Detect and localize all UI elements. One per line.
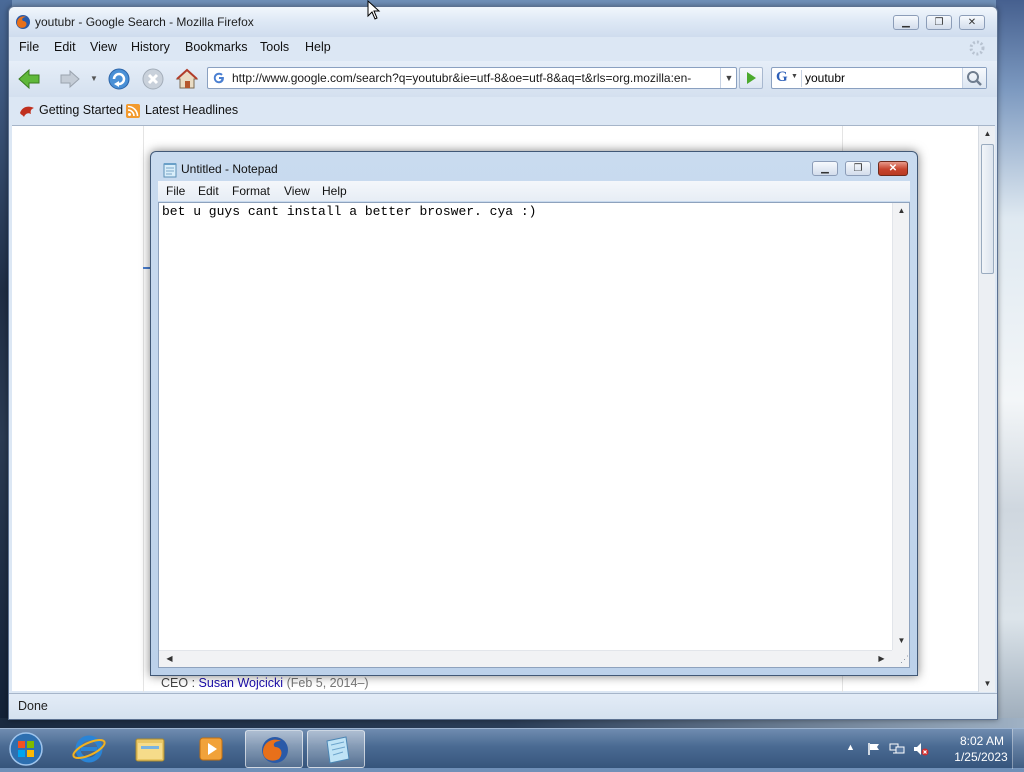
google-engine-icon: G [776, 69, 788, 85]
search-button[interactable] [962, 68, 986, 88]
media-player-icon [199, 737, 223, 761]
close-icon: ✕ [888, 163, 898, 174]
menu-edit[interactable]: Edit [198, 184, 219, 198]
menu-help[interactable]: Help [305, 40, 331, 54]
taskbar-windows-explorer[interactable] [121, 730, 179, 768]
maximize-button[interactable]: ❐ [845, 161, 871, 176]
status-text: Done [18, 699, 48, 713]
chevron-down-icon: ▼ [791, 73, 798, 80]
notepad-text[interactable]: bet u guys cant install a better broswer… [159, 203, 892, 650]
mouse-pointer-icon [367, 0, 381, 20]
bookmarks-toolbar: Getting Started Latest Headlines [9, 99, 997, 123]
close-icon: ✕ [967, 17, 977, 28]
windows-explorer-icon [135, 738, 165, 762]
history-dropdown-icon[interactable]: ▼ [90, 66, 100, 92]
taskbar-firefox[interactable] [245, 730, 303, 768]
clock-date[interactable]: 1/25/2023 [946, 750, 1016, 764]
firefox-icon [16, 15, 30, 29]
go-button[interactable] [739, 67, 763, 89]
notepad-edit-area: bet u guys cant install a better broswer… [158, 202, 910, 668]
notepad-menu-bar: File Edit Format View Help [158, 181, 910, 201]
menu-help[interactable]: Help [322, 184, 347, 198]
search-input[interactable] [805, 70, 955, 86]
go-arrow-icon [747, 72, 756, 84]
network-icon[interactable] [889, 742, 905, 756]
taskbar-internet-explorer[interactable] [60, 730, 118, 768]
reload-button[interactable] [105, 66, 133, 92]
window-title: Untitled - Notepad [181, 162, 278, 176]
notepad-vertical-scrollbar[interactable]: ▲ ▼ [892, 203, 909, 650]
getting-started-icon [20, 106, 34, 117]
search-icon [967, 71, 982, 86]
menu-file[interactable]: File [166, 184, 185, 198]
url-bar[interactable]: ▼ [207, 67, 737, 89]
desktop-wallpaper [996, 0, 1024, 728]
minimize-button[interactable]: ▁ [812, 161, 838, 176]
taskbar-media-player[interactable] [182, 730, 240, 768]
show-desktop-button[interactable] [1012, 729, 1024, 769]
scroll-down-icon[interactable]: ▼ [979, 676, 996, 692]
menu-view[interactable]: View [90, 40, 117, 54]
close-button[interactable]: ✕ [878, 161, 908, 176]
internet-explorer-icon [72, 735, 106, 763]
ceo-link[interactable]: Susan Wojcicki [199, 676, 284, 690]
search-bar[interactable]: G ▼ [771, 67, 987, 89]
menu-format[interactable]: Format [232, 184, 270, 198]
notepad-titlebar[interactable]: Untitled - Notepad ▁ ❐ ✕ [151, 152, 917, 181]
firefox-titlebar[interactable]: youtubr - Google Search - Mozilla Firefo… [9, 7, 997, 37]
volume-muted-icon[interactable] [913, 742, 929, 756]
action-center-flag-icon[interactable] [866, 742, 882, 756]
status-bar: Done [9, 693, 997, 719]
back-button[interactable] [15, 66, 43, 92]
menu-history[interactable]: History [131, 40, 170, 54]
menu-view[interactable]: View [284, 184, 310, 198]
url-input[interactable] [232, 70, 718, 86]
rss-feed-icon [126, 104, 140, 118]
minimize-button[interactable]: ▁ [893, 15, 919, 30]
forward-button[interactable] [59, 66, 81, 92]
navigation-toolbar: ▼ ▼ G [9, 61, 997, 97]
menu-bar: File Edit View History Bookmarks Tools H… [9, 37, 997, 59]
home-button[interactable] [173, 66, 201, 92]
taskbar-notepad[interactable] [307, 730, 365, 768]
notepad-horizontal-scrollbar[interactable]: ◀ ▶ [159, 650, 892, 667]
scroll-up-icon[interactable]: ▲ [979, 126, 996, 142]
notepad-icon [326, 736, 350, 764]
menu-edit[interactable]: Edit [54, 40, 76, 54]
taskbar: ▲ 8:02 AM 1/25/2023 [0, 728, 1024, 769]
url-dropdown-button[interactable]: ▼ [720, 68, 737, 88]
bookmark-latest-headlines[interactable]: Latest Headlines [125, 102, 243, 120]
scrollbar-thumb[interactable] [981, 144, 994, 274]
scroll-down-icon[interactable]: ▼ [893, 633, 910, 649]
search-engine-selector[interactable]: G ▼ [774, 69, 802, 87]
chevron-down-icon: ▼ [724, 73, 734, 83]
scroll-right-icon[interactable]: ▶ [873, 651, 890, 667]
minimize-icon: ▁ [821, 163, 829, 174]
knowledge-panel-ceo: CEO : Susan Wojcicki (Feb 5, 2014–) [161, 676, 369, 690]
scroll-up-icon[interactable]: ▲ [893, 203, 910, 219]
minimize-icon: ▁ [902, 17, 910, 28]
scroll-left-icon[interactable]: ◀ [161, 651, 178, 667]
activity-throbber-icon [969, 40, 985, 56]
window-title: youtubr - Google Search - Mozilla Firefo… [35, 15, 254, 29]
notepad-icon [163, 163, 177, 178]
menu-bookmarks[interactable]: Bookmarks [185, 40, 248, 54]
start-orb-icon[interactable] [6, 730, 46, 768]
menu-file[interactable]: File [19, 40, 39, 54]
notepad-window: Untitled - Notepad ▁ ❐ ✕ File Edit Forma… [150, 151, 918, 676]
system-tray: ▲ 8:02 AM 1/25/2023 [840, 729, 1024, 769]
bookmark-getting-started[interactable]: Getting Started [19, 102, 127, 120]
close-button[interactable]: ✕ [959, 15, 985, 30]
restore-icon: ❐ [934, 17, 944, 28]
menu-tools[interactable]: Tools [260, 40, 289, 54]
restore-button[interactable]: ❐ [926, 15, 952, 30]
google-favicon-icon [213, 72, 224, 84]
show-hidden-icons-icon[interactable]: ▲ [846, 742, 862, 756]
clock-time[interactable]: 8:02 AM [950, 734, 1014, 748]
resize-grip-icon[interactable]: ⋰ [892, 650, 909, 667]
page-scrollbar[interactable]: ▲ ▼ [978, 126, 995, 692]
maximize-icon: ❐ [853, 163, 863, 174]
stop-button[interactable] [139, 66, 167, 92]
firefox-icon [262, 737, 288, 763]
